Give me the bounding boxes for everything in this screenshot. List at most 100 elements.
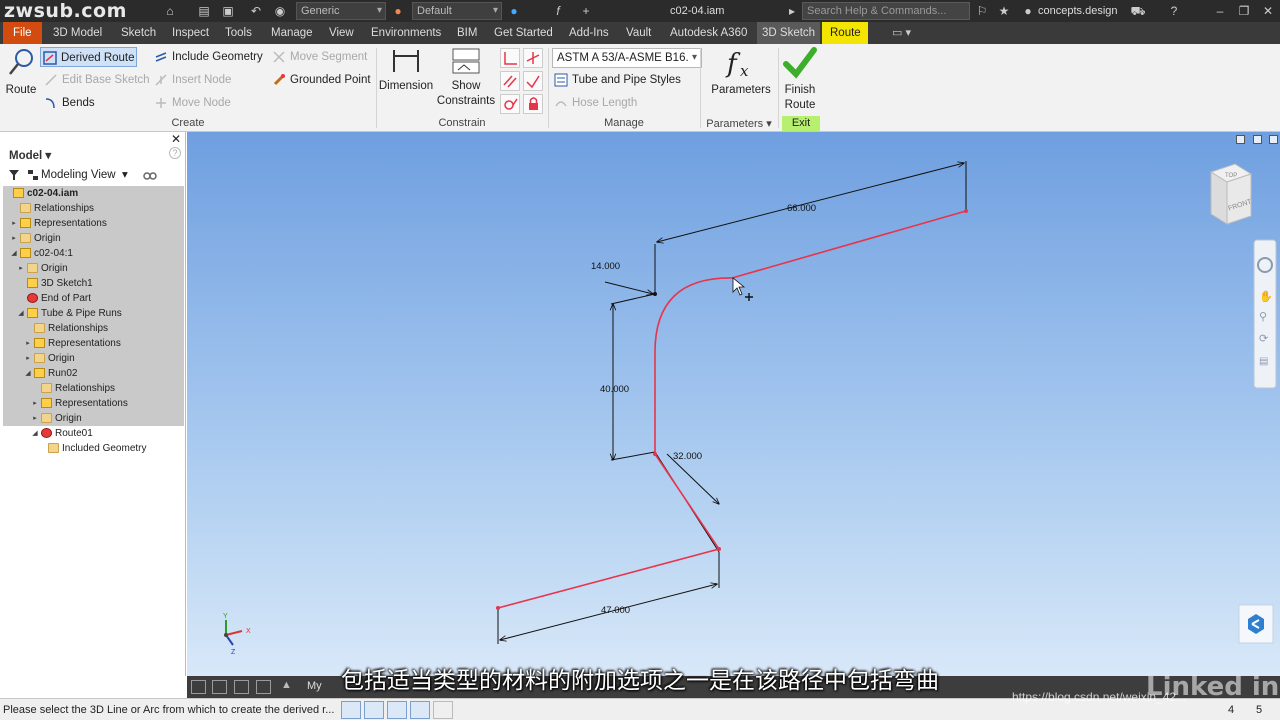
expand-arrow-icon[interactable]: ▸ xyxy=(10,231,18,246)
dim-text-47[interactable]: 47.000 xyxy=(601,605,630,616)
tube-pipe-styles-button[interactable]: Tube and Pipe Styles xyxy=(552,70,681,90)
graphics-viewport[interactable]: 66.000 14.000 40.000 32.000 47.000 Y X Z xyxy=(187,132,1280,676)
parameters-button[interactable]: f x Parameters xyxy=(708,46,774,98)
tree-node[interactable]: Relationships xyxy=(3,321,184,336)
grounded-point-button[interactable]: Grounded Point xyxy=(270,70,371,90)
material-dropdown[interactable]: Default xyxy=(412,2,502,20)
tab-sketch[interactable]: Sketch xyxy=(116,22,161,44)
tree-node[interactable]: Relationships xyxy=(3,201,184,216)
tree-node[interactable]: ▸ Representations xyxy=(3,216,184,231)
collapse-arrow-icon[interactable]: ◢ xyxy=(10,246,18,261)
home-icon[interactable]: ⌂ xyxy=(162,3,178,19)
dim-text-14[interactable]: 14.000 xyxy=(591,261,620,272)
tab-file[interactable]: File xyxy=(3,22,42,44)
finish-route-button[interactable]: Finish Route xyxy=(780,46,820,113)
derived-route-button[interactable]: Derived Route xyxy=(40,47,137,67)
binoculars-icon[interactable]: ⚐ xyxy=(974,3,990,19)
expand-arrow-icon[interactable]: ▸ xyxy=(31,396,39,411)
viewcube[interactable]: TOP FRONT xyxy=(1209,163,1253,225)
browser-help-icon[interactable]: ? xyxy=(169,147,181,159)
dim-text-32[interactable]: 32.000 xyxy=(673,451,702,462)
collapse-arrow-icon[interactable]: ◢ xyxy=(31,426,39,441)
dimension-button[interactable]: Dimension xyxy=(378,46,434,94)
dimension-14[interactable] xyxy=(604,281,653,294)
tree-node[interactable]: ▸ Origin xyxy=(3,411,184,426)
tree-node[interactable]: ◢ Route01 xyxy=(3,426,184,441)
look-icon[interactable]: ▤ xyxy=(1259,356,1268,367)
tab-tools[interactable]: Tools xyxy=(220,22,257,44)
app-corner-button[interactable] xyxy=(1238,604,1274,644)
tree-node[interactable]: ▸ Representations xyxy=(3,336,184,351)
undo-icon[interactable]: ↶ xyxy=(248,3,264,19)
color-icon[interactable]: ● xyxy=(390,3,406,19)
move-segment-button[interactable]: Move Segment xyxy=(270,47,367,67)
tree-node[interactable]: c02-04.iam xyxy=(3,186,184,201)
tab-add-ins[interactable]: Add-Ins xyxy=(564,22,614,44)
appearance-dropdown[interactable]: Generic xyxy=(296,2,386,20)
user-name[interactable]: concepts.design xyxy=(1038,0,1118,22)
tab-environments[interactable]: Environments xyxy=(366,22,446,44)
formula-icon[interactable]: f xyxy=(550,3,566,19)
expand-icon[interactable]: ▸ xyxy=(784,3,800,19)
binoculars-icon[interactable] xyxy=(143,168,157,181)
open-icon[interactable]: ▤ xyxy=(196,3,212,19)
tree-node[interactable]: ◢ Tube & Pipe Runs xyxy=(3,306,184,321)
tile-horizontal-icon[interactable] xyxy=(191,680,206,694)
user-icon[interactable]: ● xyxy=(1020,3,1036,19)
restore-icon[interactable]: ❐ xyxy=(1236,3,1252,19)
insert-node-button[interactable]: Insert Node xyxy=(152,70,231,90)
expand-arrow-icon[interactable]: ▸ xyxy=(10,216,18,231)
snap-dimension-icon[interactable] xyxy=(433,701,453,719)
edit-base-sketch-button[interactable]: Edit Base Sketch xyxy=(42,70,150,90)
star-icon[interactable]: ★ xyxy=(996,3,1012,19)
snap-image-icon[interactable] xyxy=(410,701,430,719)
tile-vertical-icon[interactable] xyxy=(212,680,227,694)
browser-header[interactable]: Model ▾ xyxy=(9,148,51,162)
expand-arrow-icon[interactable]: ▸ xyxy=(24,336,32,351)
ribbon-options-icon[interactable]: ▭ ▾ xyxy=(892,26,911,39)
tangent-constraint-button[interactable] xyxy=(523,71,543,91)
route-node[interactable] xyxy=(653,452,657,456)
arrange-icon[interactable] xyxy=(234,680,249,694)
coincident-constraint-button[interactable] xyxy=(523,48,543,68)
collapse-arrow-icon[interactable]: ◢ xyxy=(24,366,32,381)
bends-button[interactable]: Bends xyxy=(42,93,95,113)
cascade-icon[interactable] xyxy=(256,680,271,694)
route-path[interactable] xyxy=(497,210,967,609)
tab-autodesk-a360[interactable]: Autodesk A360 xyxy=(665,22,752,44)
tree-node[interactable]: Included Geometry xyxy=(3,441,184,456)
sketch-point[interactable] xyxy=(653,292,657,296)
save-icon[interactable]: ▣ xyxy=(220,3,236,19)
settings-icon[interactable]: ◉ xyxy=(272,3,288,19)
orbit-icon[interactable]: ⟳ xyxy=(1259,333,1268,345)
help-icon[interactable]: ? xyxy=(1166,3,1182,19)
snap-copy-icon[interactable] xyxy=(387,701,407,719)
viewport-close-icon[interactable] xyxy=(1269,135,1278,144)
tab-manage[interactable]: Manage xyxy=(266,22,318,44)
move-node-button[interactable]: Move Node xyxy=(152,93,231,113)
dim-text-66[interactable]: 66.000 xyxy=(787,203,816,214)
filter-icon[interactable] xyxy=(8,169,20,181)
tab-3d-model[interactable]: 3D Model xyxy=(48,22,107,44)
collapse-arrow-icon[interactable]: ◢ xyxy=(17,306,25,321)
minimize-icon[interactable]: – xyxy=(1212,3,1228,19)
perpendicular-constraint-button[interactable] xyxy=(500,48,520,68)
fix-constraint-button[interactable] xyxy=(523,94,543,114)
navigation-bar[interactable]: ✋ ⚲ ⟳ ▤ xyxy=(1253,239,1277,389)
viewport-restore-icon[interactable] xyxy=(1253,135,1262,144)
tab-view[interactable]: View xyxy=(324,22,359,44)
tab-bim[interactable]: BIM xyxy=(452,22,482,44)
appearance-icon[interactable]: ● xyxy=(506,3,522,19)
tree-node[interactable]: ▸ Origin xyxy=(3,261,184,276)
expand-arrow-icon[interactable]: ▸ xyxy=(24,351,32,366)
route-button[interactable]: Route xyxy=(3,46,39,98)
parallel-constraint-button[interactable] xyxy=(500,71,520,91)
expand-arrow-icon[interactable]: ▸ xyxy=(31,411,39,426)
tab-route[interactable]: Route xyxy=(822,22,868,44)
search-input[interactable]: Search Help & Commands... xyxy=(802,2,970,20)
include-geometry-button[interactable]: Include Geometry xyxy=(152,47,263,67)
tab-3d-sketch[interactable]: 3D Sketch xyxy=(757,22,821,44)
smooth-constraint-button[interactable] xyxy=(500,94,520,114)
tree-node[interactable]: Relationships xyxy=(3,381,184,396)
tree-node[interactable]: ▸ Representations xyxy=(3,396,184,411)
